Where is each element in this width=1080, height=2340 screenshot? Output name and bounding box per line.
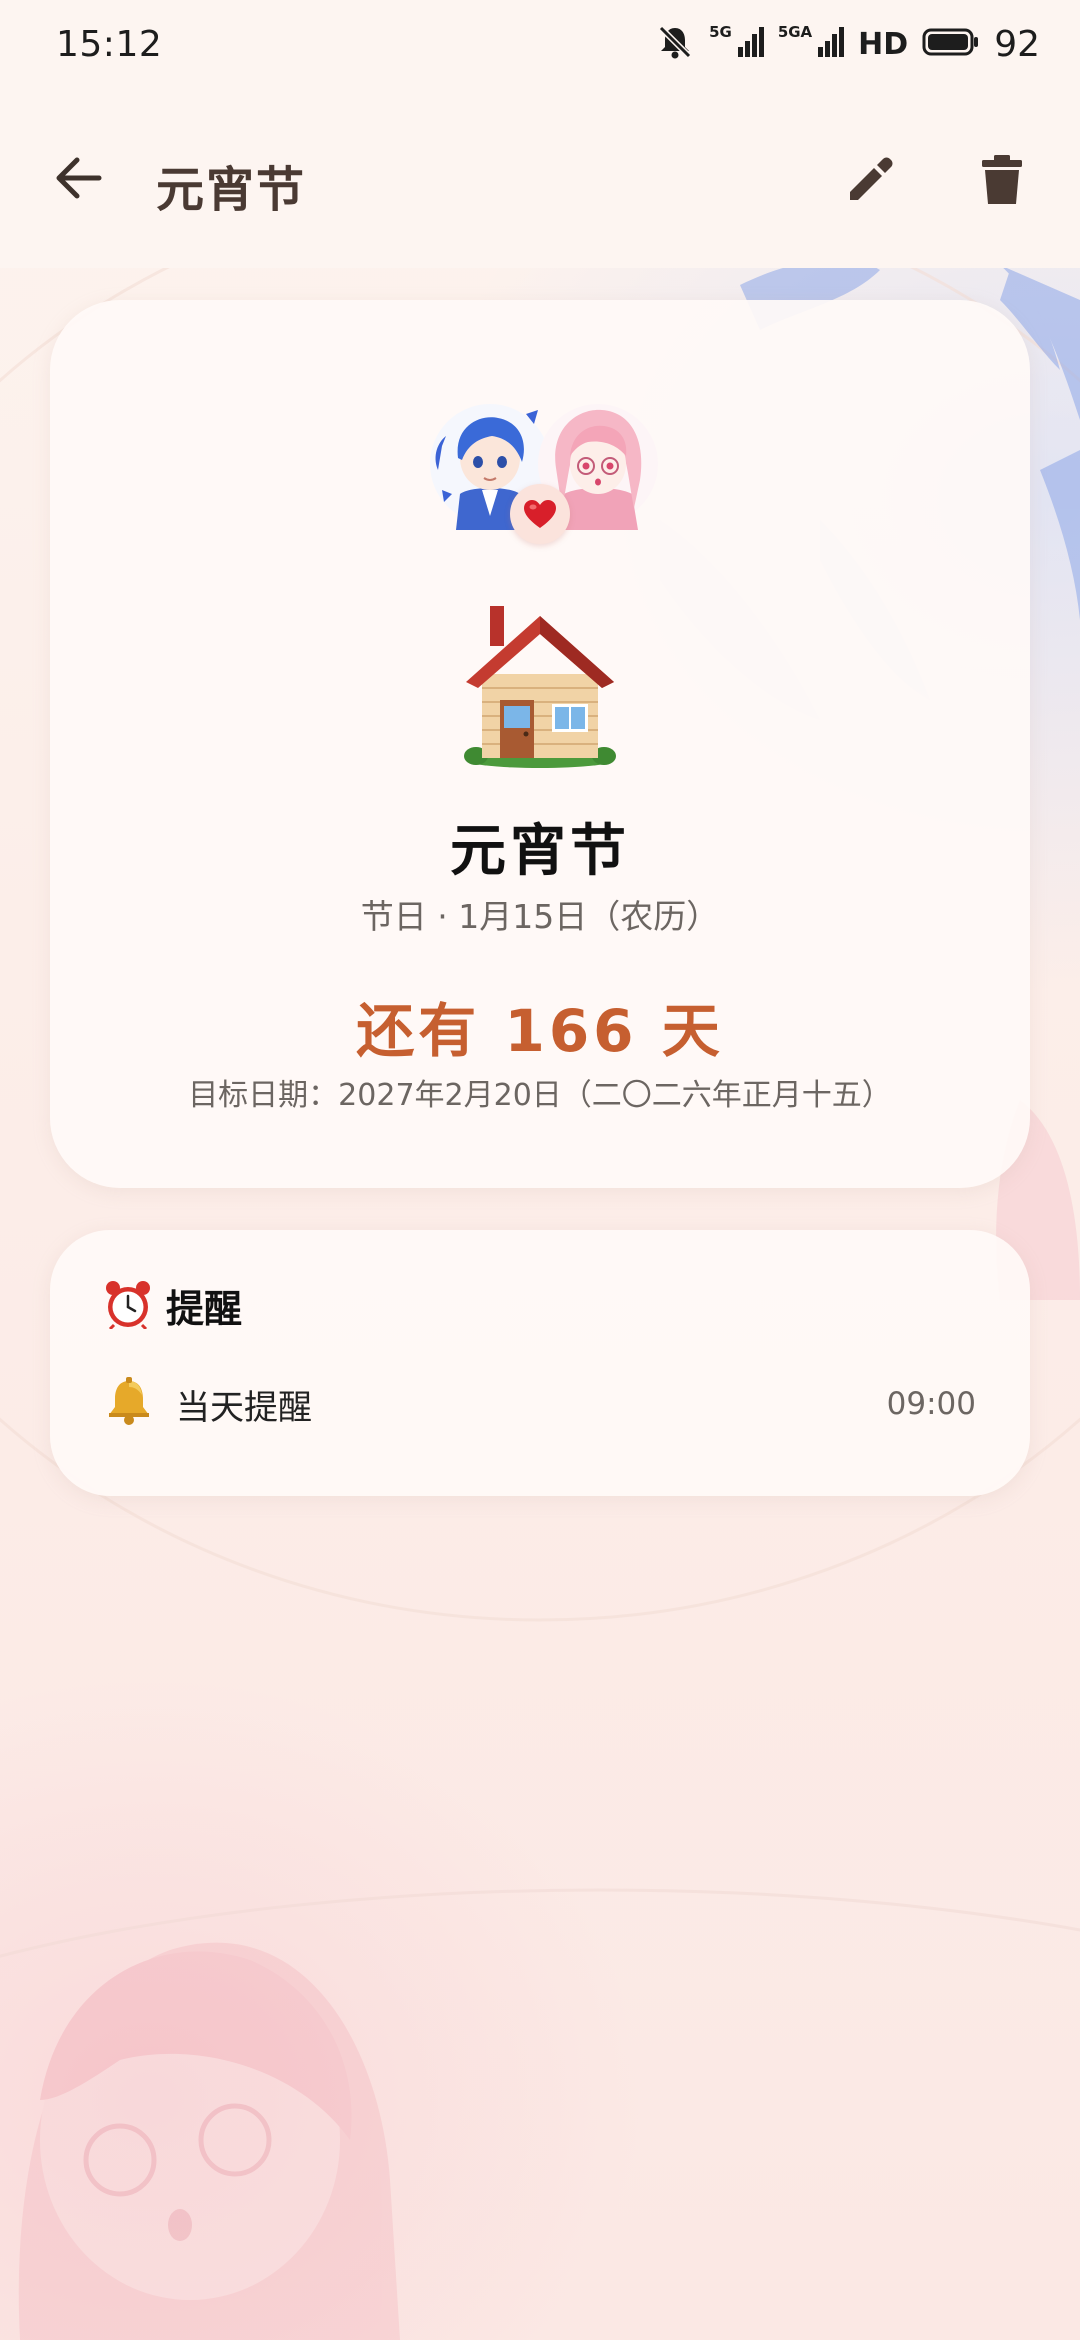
signal-icon bbox=[737, 27, 764, 61]
event-subtitle: 节日 · 1月15日（农历） bbox=[360, 897, 720, 936]
trash-icon bbox=[980, 154, 1024, 210]
reminder-header: 提醒 bbox=[104, 1278, 242, 1333]
event-card: 元宵节 节日 · 1月15日（农历） 还有 166 天 目标日期：2027年2月… bbox=[50, 300, 1030, 1188]
target-date: 目标日期：2027年2月20日（二〇二六年正月十五） bbox=[188, 1078, 892, 1113]
mute-icon bbox=[655, 24, 695, 64]
status-icons: 5G 5GA HD 92 bbox=[655, 22, 1040, 66]
network-label-5ga: 5GA bbox=[777, 23, 813, 41]
pencil-icon bbox=[844, 154, 896, 210]
hd-indicator: HD bbox=[858, 26, 909, 62]
alarm-clock-icon bbox=[104, 1279, 152, 1333]
battery-icon bbox=[922, 27, 980, 61]
page-title: 元宵节 bbox=[156, 162, 307, 218]
reminder-card: 提醒 当天提醒 09:00 bbox=[50, 1230, 1030, 1496]
delete-button[interactable] bbox=[962, 142, 1042, 222]
reminder-item[interactable]: 当天提醒 09:00 bbox=[104, 1372, 976, 1436]
signal-icon-2 bbox=[818, 27, 845, 61]
app-bar: 元宵节 bbox=[0, 92, 1080, 268]
back-button[interactable] bbox=[40, 142, 116, 218]
status-time: 15:12 bbox=[56, 24, 163, 65]
edit-button[interactable] bbox=[830, 142, 910, 222]
reminder-title: 提醒 bbox=[166, 1287, 243, 1331]
arrow-left-icon bbox=[53, 156, 103, 204]
bell-icon bbox=[104, 1377, 154, 1431]
couple-avatars bbox=[430, 398, 658, 558]
status-bar: 15:12 5G 5GA HD 92 bbox=[0, 0, 1080, 92]
reminder-label: 当天提醒 bbox=[176, 1387, 312, 1428]
network-label-5g: 5G bbox=[709, 23, 732, 41]
heart-icon bbox=[510, 484, 570, 544]
event-name: 元宵节 bbox=[450, 819, 630, 884]
reminder-time: 09:00 bbox=[886, 1386, 976, 1422]
house-icon bbox=[460, 600, 620, 770]
countdown-text: 还有 166 天 bbox=[356, 997, 724, 1065]
battery-level: 92 bbox=[994, 23, 1040, 65]
